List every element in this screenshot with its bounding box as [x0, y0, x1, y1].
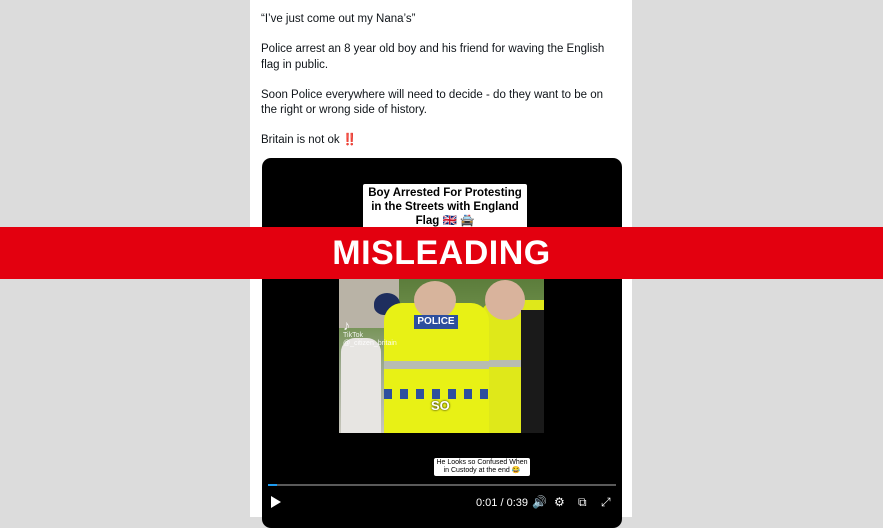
double-exclamation-icon: ‼️ [342, 134, 357, 146]
video-player[interactable]: Boy Arrested For Protesting in the Stree… [262, 158, 622, 528]
officer-left: POLICE [384, 281, 489, 433]
tiktok-label: TikTok [343, 332, 363, 339]
post-text: “I’ve just come out my Nana’s” Police ar… [261, 12, 621, 163]
volume-icon[interactable]: 🔊 [532, 495, 547, 509]
video-caption-bottom: He Looks so Confused When in Custody at … [434, 458, 530, 476]
police-badge: POLICE [414, 315, 458, 329]
video-progress-fill [268, 484, 278, 486]
misleading-banner: MISLEADING [0, 227, 883, 279]
play-icon[interactable] [271, 496, 281, 508]
post-line-police: Soon Police everywhere will need to deci… [261, 88, 604, 117]
officer-right-arm [521, 310, 544, 433]
video-timecode: 0:01 / 0:39 [476, 497, 528, 509]
officer-left-head [414, 281, 456, 319]
video-progress-bar[interactable] [268, 484, 616, 486]
officer-left-stripe [384, 361, 489, 369]
officer-right-head [485, 280, 525, 320]
misleading-label: MISLEADING [332, 234, 551, 272]
tiktok-logo-icon: ♪ [343, 317, 350, 333]
post-quote: “I’ve just come out my Nana’s” [261, 13, 416, 25]
settings-icon[interactable]: ⚙ [554, 495, 565, 509]
post-line-britain: Britain is not ok ‼️ [261, 133, 621, 149]
post-line-britain-text: Britain is not ok [261, 134, 340, 146]
video-controls: 0:01 / 0:39 🔊 ⚙ ⧉ ⤢ [262, 490, 622, 518]
fullscreen-icon[interactable]: ⤢ [601, 495, 611, 509]
child-figure [341, 338, 381, 433]
picture-in-picture-icon[interactable]: ⧉ [578, 495, 587, 509]
video-caption-top: Boy Arrested For Protesting in the Stree… [363, 184, 527, 230]
post-line-arrest: Police arrest an 8 year old boy and his … [261, 43, 605, 71]
video-frame: POLICE ♪ TikTok @_citizen_britain SO [339, 278, 544, 433]
tiktok-watermark: ♪ TikTok @_citizen_britain [343, 318, 397, 348]
video-overlay-word: SO [431, 398, 450, 413]
tiktok-handle: @_citizen_britain [343, 340, 397, 347]
